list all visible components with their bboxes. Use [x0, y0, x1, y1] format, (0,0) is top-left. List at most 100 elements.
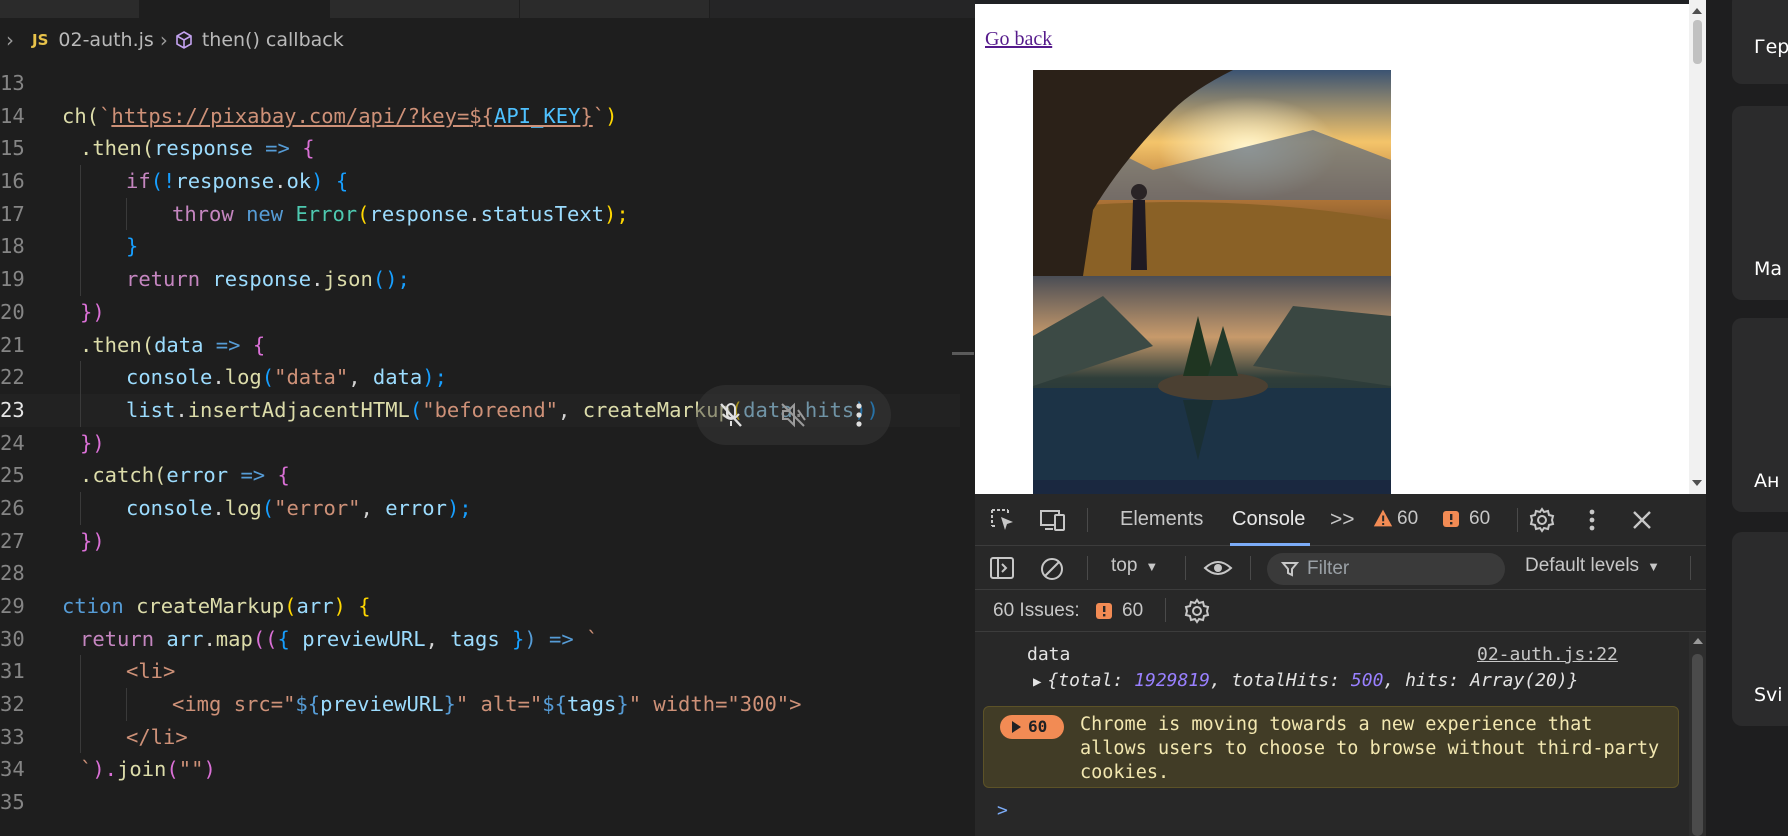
context-select[interactable]: top ▼	[1111, 555, 1158, 577]
issue-flag-icon	[1443, 511, 1459, 527]
warning-triangle-icon	[1373, 509, 1393, 527]
chevron-right-icon: ›	[159, 28, 168, 52]
line-number: 20	[0, 299, 25, 324]
log-message: data	[1027, 644, 1071, 665]
participant-tile[interactable]: Svi	[1732, 532, 1788, 726]
code-line: 18}	[0, 230, 960, 264]
console-scrollbar[interactable]	[1689, 632, 1706, 836]
log-levels-select[interactable]: Default levels ▼	[1525, 555, 1660, 577]
method-cube-icon	[176, 31, 192, 49]
participant-tile[interactable]: Гер	[1732, 0, 1788, 84]
media-controls[interactable]	[696, 385, 891, 445]
participant-tile[interactable]: Ma	[1732, 106, 1788, 300]
participant-name: Svi	[1754, 684, 1783, 706]
device-toggle-icon[interactable]	[1039, 507, 1067, 533]
repeat-count-badge[interactable]: 60	[1000, 715, 1064, 739]
participant-name: Гер	[1754, 36, 1788, 58]
tab-elements[interactable]: Elements	[1120, 508, 1203, 531]
code-line: 21 .then(data => {	[0, 329, 960, 362]
code-line: 32 <img src="${previewURL}" alt="${tags}"…	[0, 688, 960, 721]
devtools-panel: Elements Console >> 60 60 top ▼ Filter D…	[975, 494, 1706, 836]
line-number: 21	[0, 332, 25, 357]
call-participants-strip: Гер Ma Ан Svi	[1706, 0, 1788, 836]
editor-tab[interactable]	[0, 0, 140, 18]
console-prompt[interactable]: >	[997, 800, 1008, 821]
editor-tab[interactable]	[330, 0, 520, 18]
issue-count[interactable]: 60	[1469, 508, 1490, 530]
console-output[interactable]: data 02-auth.js:22 ▶ {total: 1929819, tot…	[975, 632, 1689, 836]
warning-message[interactable]: 60 Chrome is moving towards a new experi…	[983, 706, 1679, 788]
clear-console-icon[interactable]	[1039, 556, 1065, 582]
code-line: 33 </li>	[0, 720, 960, 754]
issues-label: 60 Issues:	[993, 600, 1080, 621]
minimap-marker	[952, 352, 974, 355]
line-number: 34	[0, 757, 25, 782]
line-number: 23	[0, 397, 25, 422]
gallery-image	[1033, 70, 1391, 276]
line-number: 28	[0, 561, 25, 586]
line-number: 15	[0, 136, 25, 161]
dropdown-caret-icon: ▼	[1145, 559, 1159, 574]
expand-triangle-icon	[1012, 721, 1021, 733]
more-tabs-button[interactable]: >>	[1330, 508, 1355, 532]
log-source-link[interactable]: 02-auth.js:22	[1477, 644, 1618, 665]
code-editor[interactable]: › JS 02-auth.js › then() callback 13 14 c…	[0, 0, 975, 836]
web-page[interactable]: Go back	[975, 4, 1689, 494]
issue-flag-icon	[1096, 603, 1112, 619]
code-line: 25 .catch(error => {	[0, 459, 960, 492]
filter-funnel-icon	[1281, 562, 1299, 577]
filter-input[interactable]: Filter	[1267, 553, 1505, 585]
gallery-image	[1033, 276, 1391, 480]
code-line: 28	[0, 557, 960, 590]
gallery-image	[1033, 480, 1391, 494]
sidebar-toggle-icon[interactable]	[989, 556, 1015, 580]
line-number: 35	[0, 790, 25, 815]
line-number: 24	[0, 430, 25, 455]
code-line: 26 console.log("error", error);	[0, 491, 960, 525]
warning-count[interactable]: 60	[1397, 508, 1418, 530]
chevron-right-icon: ›	[6, 28, 14, 52]
live-expression-eye-icon[interactable]	[1203, 558, 1233, 578]
settings-gear-icon[interactable]	[1528, 507, 1556, 533]
line-number: 17	[0, 201, 25, 226]
line-number: 29	[0, 594, 25, 618]
settings-gear-icon[interactable]	[1183, 598, 1211, 624]
console-filter-bar: top ▼ Filter Default levels ▼	[975, 546, 1706, 590]
warning-counter[interactable]	[1372, 508, 1398, 534]
speaker-muted-icon[interactable]	[778, 400, 808, 430]
go-back-link[interactable]: Go back	[985, 28, 1052, 51]
more-vertical-icon[interactable]	[844, 400, 874, 430]
page-scrollbar[interactable]	[1689, 0, 1706, 494]
code-line: 35	[0, 786, 960, 819]
code-line: 31 <li>	[0, 655, 960, 689]
line-number: 27	[0, 528, 25, 553]
line-number: 22	[0, 365, 25, 390]
kebab-menu-icon[interactable]	[1578, 507, 1606, 533]
inspect-element-icon[interactable]	[989, 507, 1017, 533]
code-line: 14 ch(`https://pixabay.com/api/?key=${API…	[0, 100, 960, 133]
editor-tab[interactable]	[520, 0, 710, 18]
breadcrumb-symbol[interactable]: then() callback	[202, 29, 344, 51]
devtools-toolbar: Elements Console >> 60 60	[975, 494, 1706, 546]
dropdown-caret-icon: ▼	[1647, 559, 1660, 574]
participant-name: Ан	[1754, 470, 1780, 492]
code-line: 29 ction createMarkup(arr) {	[0, 590, 960, 623]
line-number: 30	[0, 626, 25, 651]
issues-count[interactable]: 60	[1122, 600, 1143, 622]
code-line: 16 if(!response.ok) {	[0, 165, 960, 198]
log-object-preview[interactable]: ▶ {total: 1929819, totalHits: 500, hits: …	[1033, 670, 1579, 691]
code-line: 19 return response.json();	[0, 263, 960, 296]
line-number: 32	[0, 692, 25, 717]
editor-tab-active[interactable]	[140, 0, 330, 18]
close-icon[interactable]	[1628, 507, 1656, 533]
breadcrumb-file[interactable]: 02-auth.js	[58, 29, 153, 51]
expand-triangle-icon[interactable]: ▶	[1033, 674, 1041, 690]
line-number: 26	[0, 495, 25, 520]
participant-tile[interactable]: Ан	[1732, 318, 1788, 512]
line-number: 19	[0, 267, 25, 292]
filter-placeholder: Filter	[1307, 558, 1350, 579]
issues-bar[interactable]: 60 Issues: 60	[975, 590, 1706, 632]
tab-console[interactable]: Console	[1232, 508, 1305, 531]
code-line: 20})	[0, 296, 960, 329]
mic-off-icon[interactable]	[716, 400, 746, 430]
